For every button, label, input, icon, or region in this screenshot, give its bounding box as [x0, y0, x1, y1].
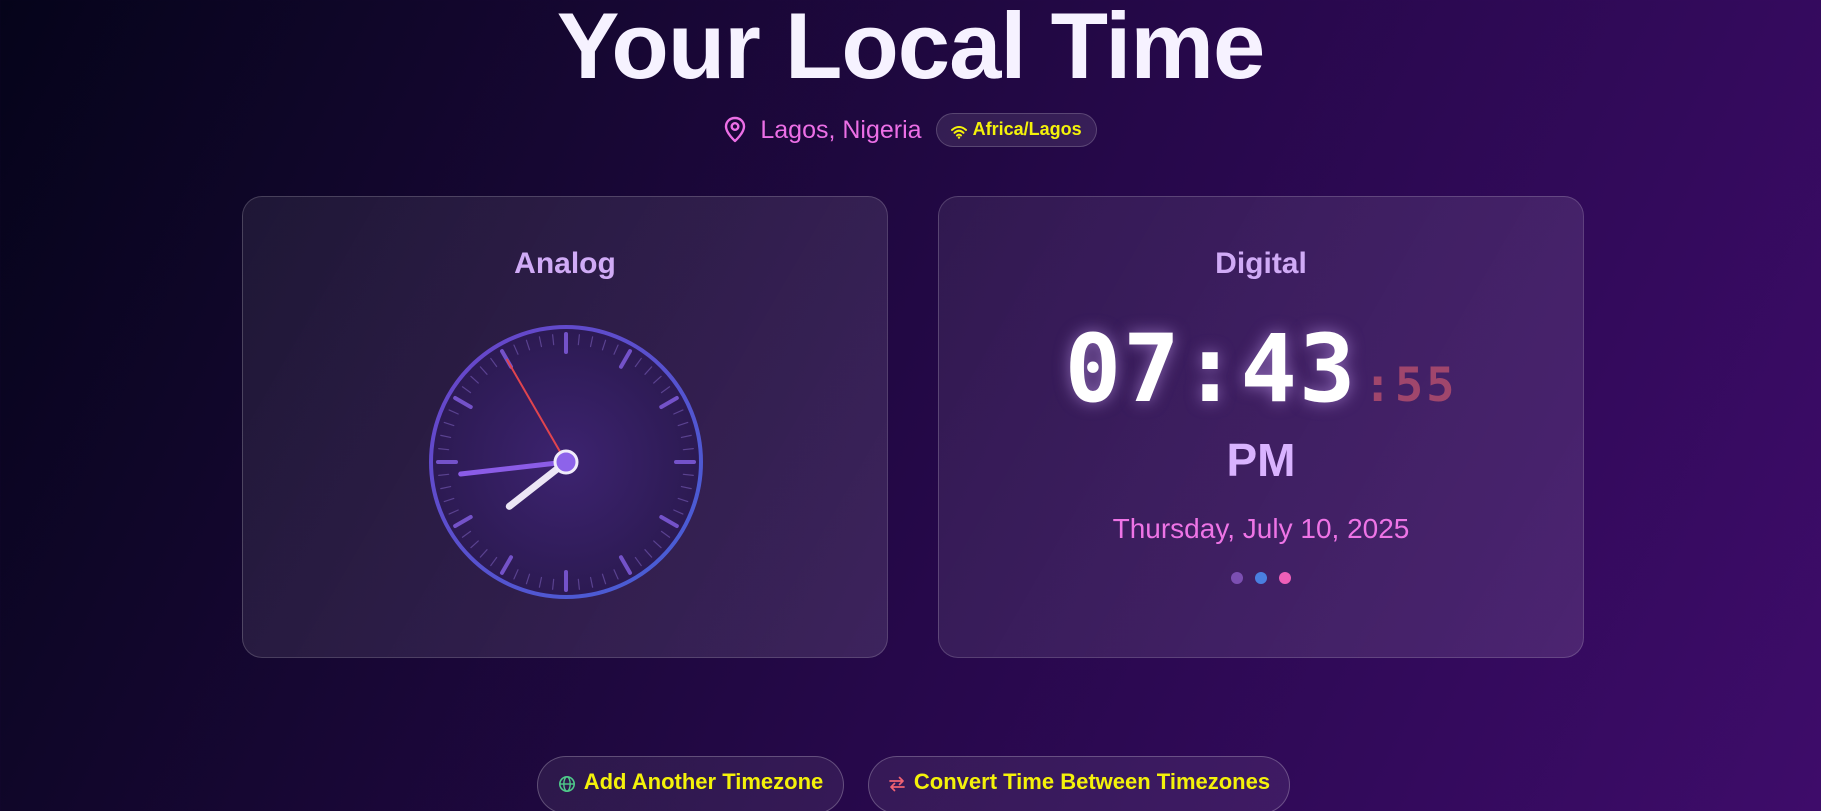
analog-card-title: Analog	[514, 247, 616, 280]
wifi-icon	[950, 123, 967, 139]
analog-clock-card: Analog	[242, 196, 888, 658]
map-pin-icon	[724, 116, 746, 144]
digital-clock-card: Digital 07:43:55 PM Thursday, July 10, 2…	[938, 196, 1584, 658]
digital-seconds: :55	[1363, 358, 1458, 413]
swap-arrows-icon	[888, 773, 906, 792]
digital-date: Thursday, July 10, 2025	[1112, 513, 1410, 544]
status-dot	[1231, 572, 1243, 584]
convert-timezones-button[interactable]: Convert Time Between Timezones	[868, 756, 1290, 811]
digital-hours-minutes: 07:43	[1064, 315, 1358, 424]
status-dots	[939, 572, 1583, 584]
add-timezone-label: Add Another Timezone	[583, 769, 824, 794]
add-timezone-button[interactable]: Add Another Timezone	[537, 756, 844, 811]
analog-clock	[429, 325, 703, 599]
timezone-badge: Africa/Lagos	[935, 113, 1097, 147]
page-title: Your Local Time	[556, 0, 1266, 98]
timezone-badge-label: Africa/Lagos	[972, 119, 1082, 139]
digital-time: 07:43:55	[939, 315, 1583, 424]
digital-ampm: PM	[1226, 434, 1296, 486]
status-dot	[1279, 572, 1291, 584]
convert-timezones-label: Convert Time Between Timezones	[913, 769, 1271, 794]
clock-center-cap	[553, 449, 579, 475]
globe-icon	[558, 773, 576, 792]
status-dot	[1255, 572, 1267, 584]
digital-card-title: Digital	[1215, 247, 1307, 280]
location-row: Lagos, Nigeria Africa/Lagos	[0, 113, 1821, 147]
location-label: Lagos, Nigeria	[760, 115, 922, 144]
